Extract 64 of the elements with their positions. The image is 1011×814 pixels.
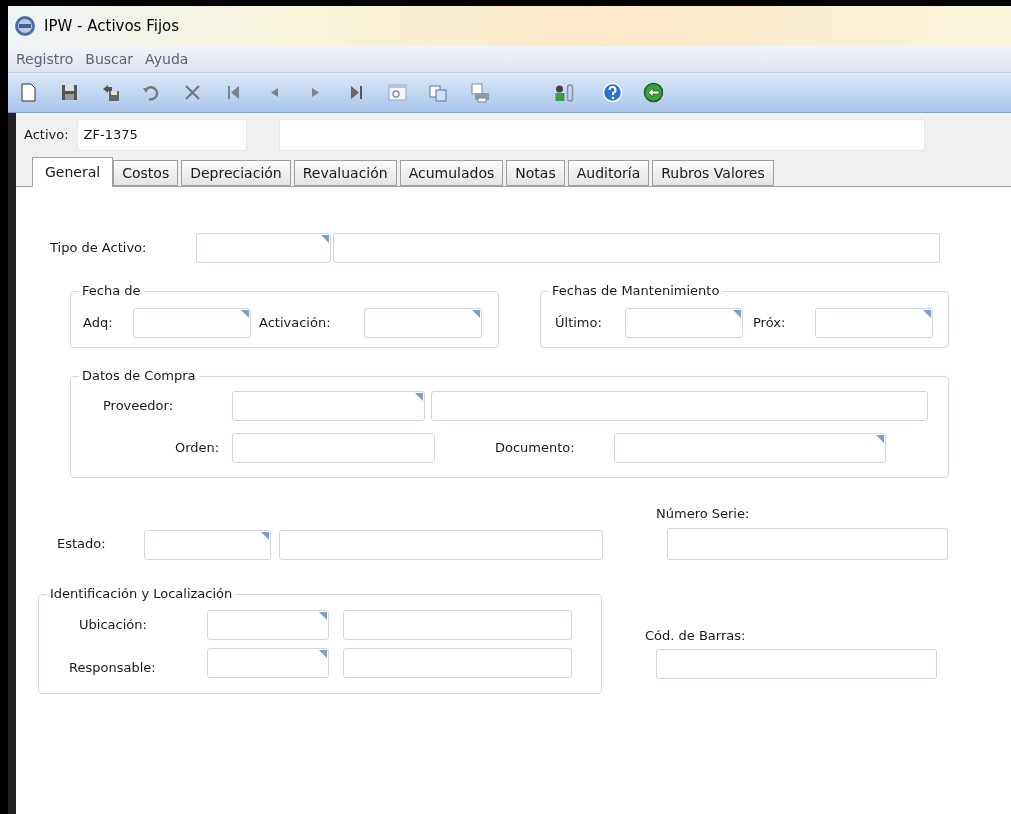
field-label: Último: xyxy=(555,313,603,332)
dropdown-corner-icon xyxy=(319,611,327,620)
tab[interactable]: Depreciación xyxy=(181,160,291,186)
tab[interactable]: Costos xyxy=(113,160,179,186)
menu-item[interactable]: Ayuda xyxy=(145,48,189,70)
input-field[interactable] xyxy=(343,647,572,678)
tab[interactable]: Rubros Valores xyxy=(652,160,774,186)
menu-item[interactable]: Buscar xyxy=(85,48,134,70)
field-label: Proveedor: xyxy=(103,397,174,416)
dropdown-corner-icon xyxy=(733,309,741,318)
tab[interactable]: General xyxy=(32,157,114,187)
group-title: Datos de Compra xyxy=(79,368,199,384)
field-label: Tipo de Activo: xyxy=(50,239,148,258)
dropdown-corner-icon xyxy=(415,393,423,401)
input-field[interactable] xyxy=(431,391,928,421)
lookup-field[interactable] xyxy=(133,307,251,338)
input-field[interactable]: ZF-1375 xyxy=(76,119,247,151)
field-label: Activo: xyxy=(24,126,69,145)
field-label: Estado: xyxy=(57,535,107,553)
tab[interactable]: Acumulados xyxy=(399,160,504,186)
lookup-field[interactable] xyxy=(232,391,425,421)
field-label: Próx: xyxy=(753,313,787,332)
dropdown-corner-icon xyxy=(321,235,329,243)
dropdown-corner-icon xyxy=(241,309,249,318)
new-document-icon[interactable] xyxy=(18,82,39,103)
field-label: Documento: xyxy=(495,439,576,458)
lookup-field[interactable] xyxy=(815,307,933,338)
field-label: Responsable: xyxy=(69,658,157,677)
input-field[interactable] xyxy=(278,119,925,151)
help-icon[interactable] xyxy=(602,82,623,103)
dropdown-corner-icon xyxy=(923,309,931,318)
lookup-field[interactable] xyxy=(196,233,331,263)
group-title: Identificación y Localización xyxy=(47,585,236,602)
tab[interactable]: Auditoría xyxy=(567,160,650,186)
dropdown-corner-icon xyxy=(319,649,327,658)
lookup-field[interactable] xyxy=(625,307,743,338)
field-label: Activación: xyxy=(259,313,332,332)
lookup-field[interactable] xyxy=(364,307,482,338)
input-field[interactable] xyxy=(333,233,940,263)
menu-item[interactable]: Registro xyxy=(16,48,74,70)
tab[interactable]: Revaluación xyxy=(293,160,397,186)
input-field[interactable] xyxy=(232,433,435,463)
window-title: IPW - Activos Fijos xyxy=(44,15,180,37)
field-label: Cód. de Barras: xyxy=(645,626,747,645)
lookup-field[interactable] xyxy=(207,647,329,678)
print-icon[interactable] xyxy=(469,82,490,103)
input-field[interactable] xyxy=(343,609,572,640)
lookup-field[interactable] xyxy=(614,433,886,463)
field-label: Adq: xyxy=(83,313,114,332)
copy-icon[interactable] xyxy=(428,82,449,103)
input-field[interactable] xyxy=(656,649,937,679)
input-field[interactable] xyxy=(667,527,948,560)
field-label: Orden: xyxy=(175,439,221,458)
lookup-field[interactable] xyxy=(144,529,271,560)
dropdown-corner-icon xyxy=(261,531,269,540)
field-label: Número Serie: xyxy=(656,505,751,523)
dropdown-corner-icon xyxy=(876,435,884,443)
tab[interactable]: Notas xyxy=(506,160,565,186)
dropdown-corner-icon xyxy=(472,309,480,318)
lookup-field[interactable] xyxy=(207,609,329,640)
input-field[interactable] xyxy=(279,529,603,560)
app-logo-icon xyxy=(14,15,36,37)
field-label: Ubicación: xyxy=(79,615,148,634)
save-icon[interactable] xyxy=(59,82,80,103)
